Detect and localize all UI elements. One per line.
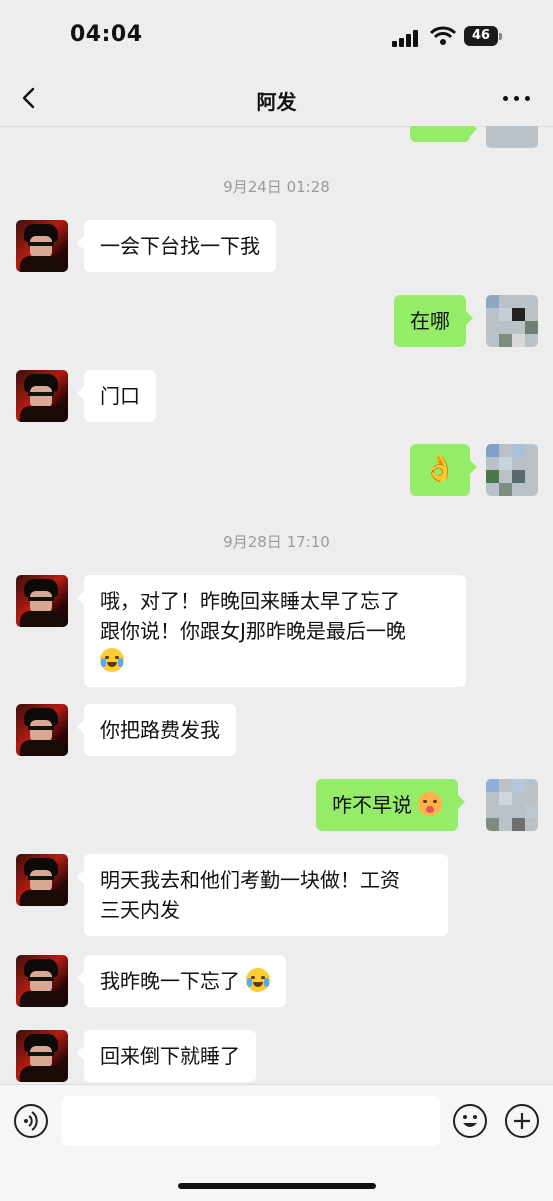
message-text: 你把路费发我 xyxy=(100,718,220,742)
battery-tip xyxy=(499,33,502,40)
contact-avatar[interactable] xyxy=(16,575,68,627)
message-bubble[interactable]: 在哪 xyxy=(394,295,473,347)
message-bubble[interactable]: 回来倒下就睡了 xyxy=(77,1030,256,1082)
message-text: 门口 xyxy=(100,384,140,408)
message-text-line: 跟你说！你跟女J那昨晚是最后一晚 xyxy=(100,619,406,643)
message-text: 回来倒下就睡了 xyxy=(100,1044,240,1068)
timestamp: 9月28日 17:10 xyxy=(223,533,330,551)
my-avatar[interactable] xyxy=(486,444,538,496)
message-bubble[interactable]: 我昨晚一下忘了 xyxy=(76,955,287,1007)
contact-avatar[interactable] xyxy=(16,955,68,1007)
chat-area[interactable]: 9月24日 01:28 一会下台找一下我 在哪 门口 👌 9月28日 17:10… xyxy=(0,126,553,1084)
message-bubble[interactable]: 明天我去和他们考勤一块做！工资 三天内发 xyxy=(77,854,448,936)
emoji-icon[interactable] xyxy=(453,1104,487,1138)
contact-avatar[interactable] xyxy=(16,704,68,756)
voice-icon[interactable] xyxy=(14,1104,48,1138)
message-text-line: 明天我去和他们考勤一块做！工资 xyxy=(100,868,400,892)
contact-avatar[interactable] xyxy=(16,854,68,906)
battery-icon: 46 xyxy=(464,26,498,46)
laugh-cry-emoji-icon xyxy=(100,648,124,672)
contact-avatar[interactable] xyxy=(16,1030,68,1082)
message-bubble[interactable]: 你把路费发我 xyxy=(77,704,236,756)
message-text: 一会下台找一下我 xyxy=(100,234,260,258)
message-text: 我昨晚一下忘了 xyxy=(100,969,240,993)
laugh-cry-emoji-icon xyxy=(246,968,271,992)
status-time: 04:04 xyxy=(70,22,143,47)
contact-avatar[interactable] xyxy=(16,220,68,272)
message-bubble[interactable]: 门口 xyxy=(77,370,156,422)
status-bar: 04:04 46 xyxy=(0,0,553,72)
contact-avatar[interactable] xyxy=(16,370,68,422)
chat-title: 阿发 xyxy=(256,90,297,114)
more-dots-icon[interactable] xyxy=(503,96,531,102)
home-indicator[interactable] xyxy=(178,1183,376,1189)
surprised-face-emoji-icon xyxy=(418,792,443,816)
plus-icon[interactable] xyxy=(505,1104,539,1138)
nav-bar: 阿发 xyxy=(0,72,553,127)
message-text: 咋不早说 xyxy=(332,793,412,817)
my-avatar[interactable] xyxy=(486,779,538,831)
message-bubble[interactable]: 一会下台找一下我 xyxy=(77,220,276,272)
message-input[interactable] xyxy=(62,1096,440,1146)
my-avatar[interactable] xyxy=(486,126,538,148)
message-bubble-partial xyxy=(410,126,477,142)
signal-icon xyxy=(392,29,422,47)
my-avatar[interactable] xyxy=(486,295,538,347)
ok-hand-emoji-icon: 👌 xyxy=(423,454,457,484)
message-text-line: 哦，对了！昨晚回来睡太早了忘了 xyxy=(100,589,400,613)
message-text-line: 三天内发 xyxy=(100,898,180,922)
message-text: 在哪 xyxy=(410,309,450,333)
wifi-icon xyxy=(430,26,456,45)
message-bubble[interactable]: 👌 xyxy=(410,444,477,496)
message-bubble[interactable]: 咋不早说 xyxy=(316,779,466,831)
timestamp: 9月24日 01:28 xyxy=(223,178,330,196)
message-bubble[interactable]: 哦，对了！昨晚回来睡太早了忘了 跟你说！你跟女J那昨晚是最后一晚 xyxy=(77,575,466,687)
